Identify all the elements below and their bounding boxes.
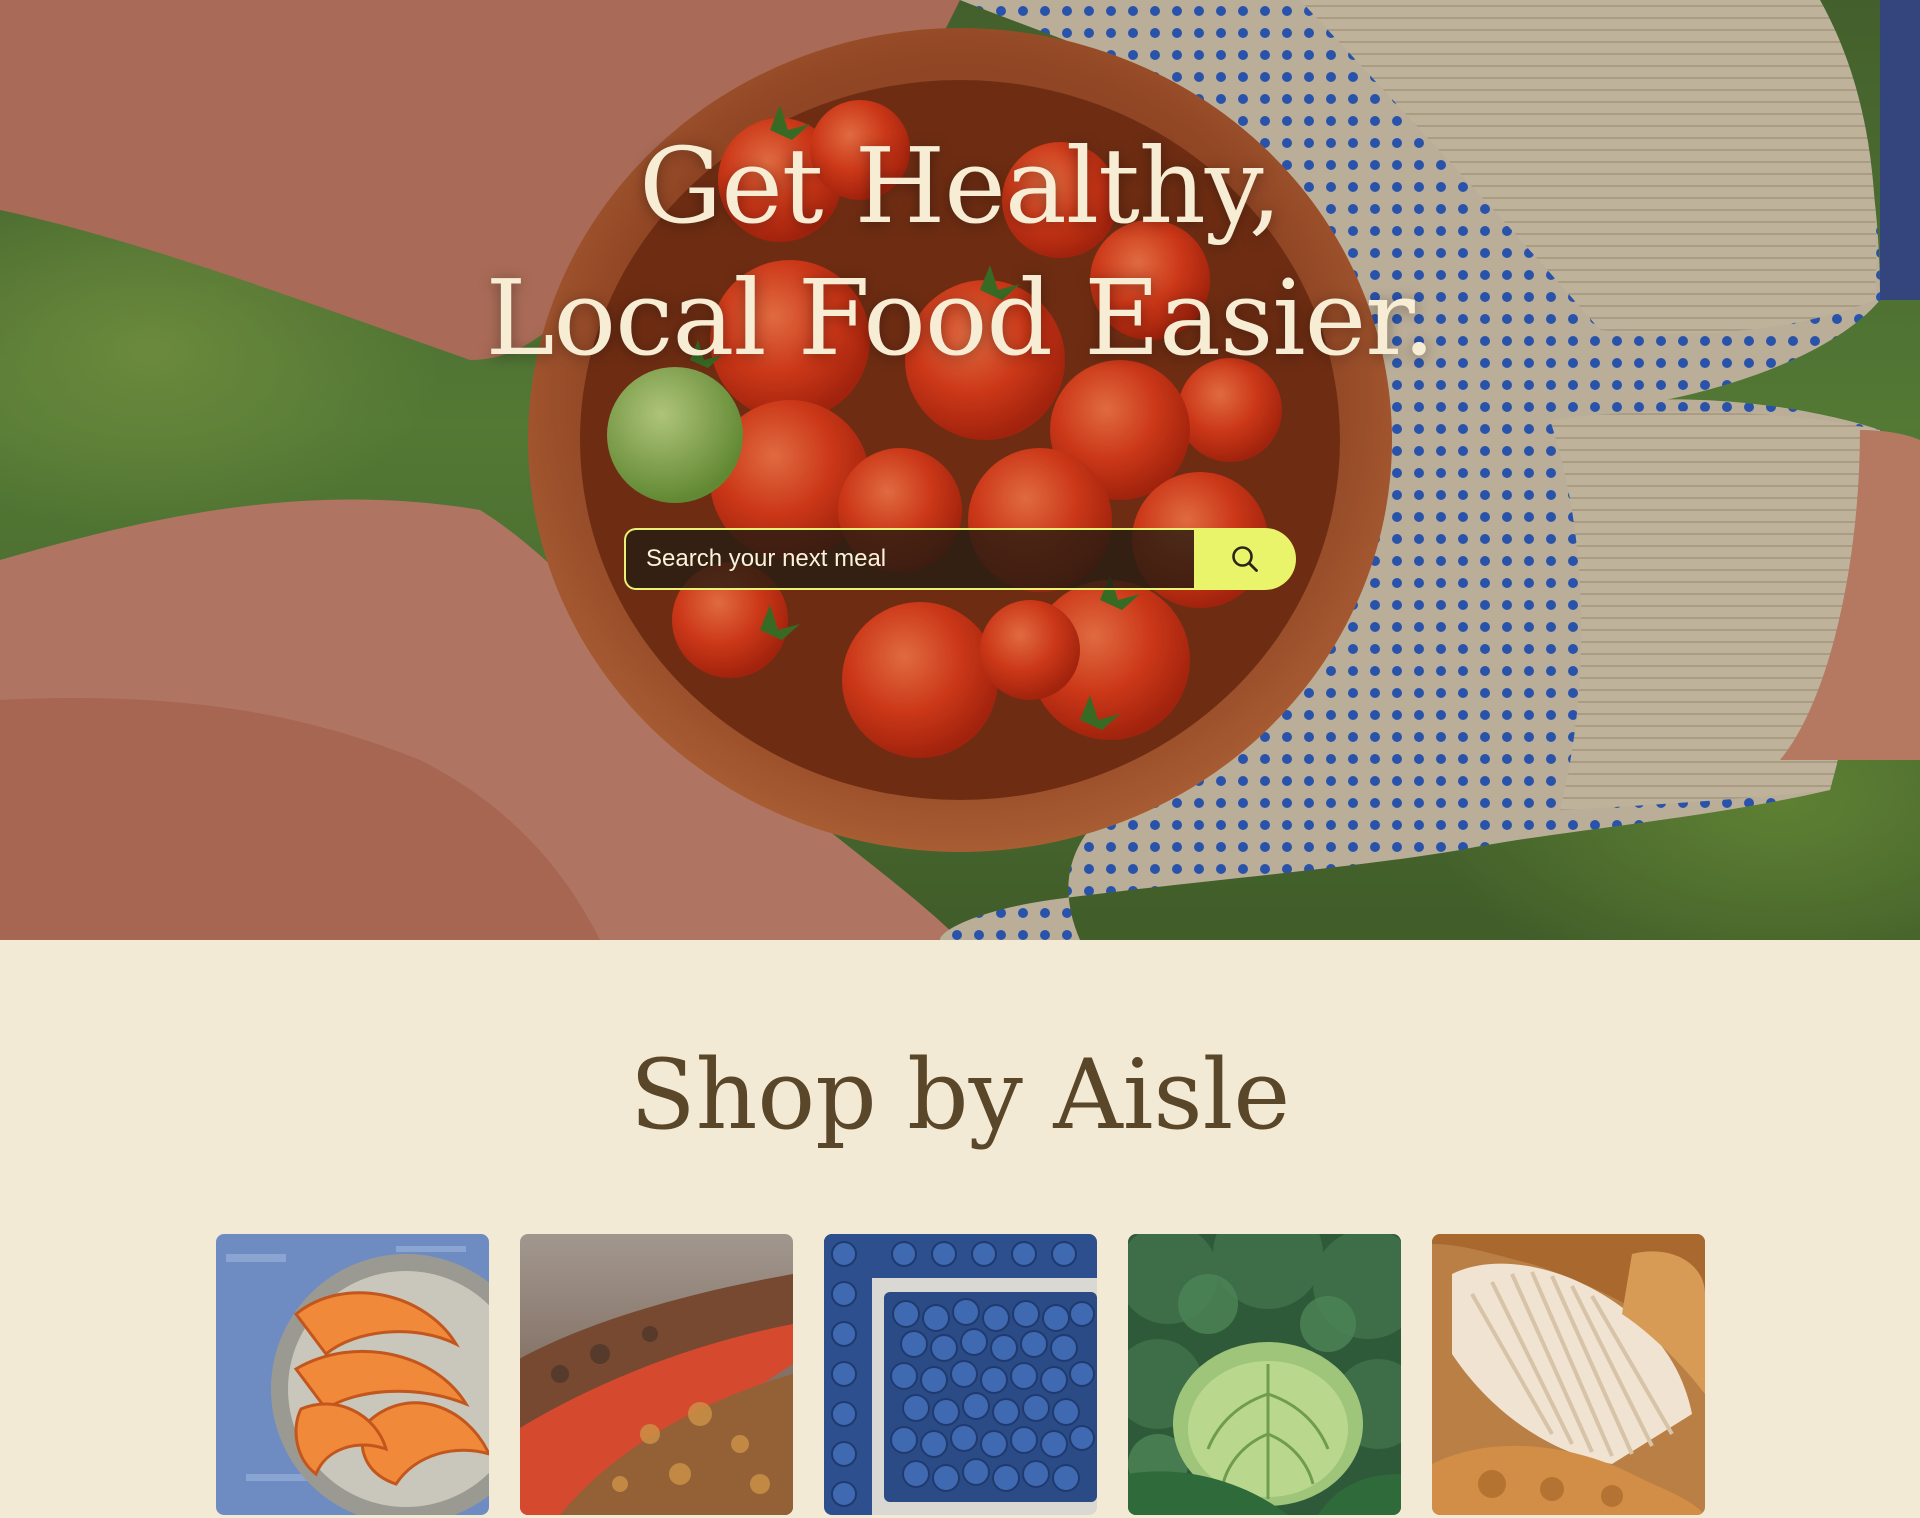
shrimp-image [216, 1234, 489, 1515]
shop-by-aisle-heading: Shop by Aisle [629, 1039, 1291, 1151]
hero-title-line1: Get Healthy, [639, 125, 1282, 247]
hero-title: Get Healthy, Local Food Easier. [0, 120, 1920, 384]
aisle-tile-bakery[interactable] [1432, 1234, 1705, 1515]
search-button[interactable] [1194, 528, 1296, 590]
search-bar [624, 528, 1296, 590]
search-icon [1232, 546, 1258, 572]
aisle-tile-vegetables[interactable] [1128, 1234, 1401, 1515]
hero-title-line2: Local Food Easier. [485, 257, 1435, 379]
search-input[interactable] [624, 528, 1194, 590]
grilled-meat-image [520, 1234, 793, 1515]
hero-banner: Get Healthy, Local Food Easier. [0, 0, 1920, 940]
aisle-tiles [216, 1234, 1705, 1515]
aisle-tile-seafood[interactable] [216, 1234, 489, 1515]
aisle-tile-meat[interactable] [520, 1234, 793, 1515]
muffin-image [1432, 1234, 1705, 1515]
blueberries-image [824, 1234, 1097, 1515]
aisle-tile-produce-berries[interactable] [824, 1234, 1097, 1515]
cabbage-kale-image [1128, 1234, 1401, 1515]
